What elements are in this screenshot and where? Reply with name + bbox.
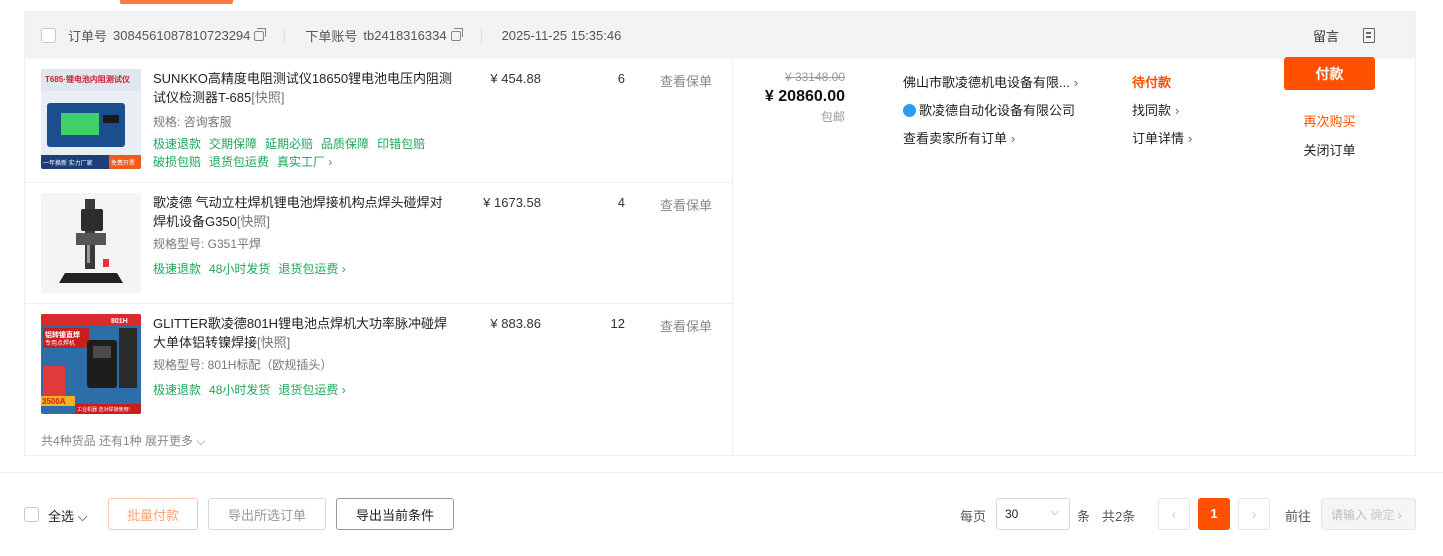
order-detail-link[interactable]: 订单详情 › bbox=[1132, 125, 1192, 153]
view-insurance-link[interactable]: 查看保单 bbox=[660, 71, 712, 90]
chevron-right-icon: › bbox=[1073, 75, 1079, 90]
product-image[interactable] bbox=[41, 193, 141, 293]
order-number: 订单号 3084561087810723294 bbox=[68, 26, 267, 45]
snapshot-link[interactable]: [快照] bbox=[251, 90, 284, 105]
pay-button[interactable]: 付款 bbox=[1284, 57, 1375, 90]
account-label: 下单账号 bbox=[305, 29, 358, 44]
product-title[interactable]: GLITTER歌凌德801H锂电池点焊机大功率脉冲碰焊大单体铝转镍焊接[快照] bbox=[153, 314, 453, 352]
svg-text:801H: 801H bbox=[111, 318, 128, 325]
order-card: 订单号 3084561087810723294 下单账号 tb241831633… bbox=[24, 11, 1416, 456]
wangwang-icon[interactable] bbox=[903, 104, 916, 117]
divider bbox=[480, 28, 482, 43]
snapshot-link[interactable]: [快照] bbox=[237, 214, 270, 229]
svg-text:工业机器 选对焊接使用!: 工业机器 选对焊接使用! bbox=[77, 406, 130, 413]
svg-text:专用点焊机: 专用点焊机 bbox=[45, 339, 75, 347]
order-checkbox[interactable] bbox=[41, 28, 56, 43]
rebuy-link[interactable]: 再次购买 bbox=[1284, 111, 1375, 130]
total-count: 共2条 bbox=[1102, 509, 1136, 524]
product-spec: 规格型号: G351平焊 bbox=[153, 237, 262, 251]
per-page-label: 每页 bbox=[960, 509, 987, 524]
product-spec: 规格型号: 801H标配（欧规插头） bbox=[153, 358, 333, 372]
select-all-dropdown[interactable]: 全选 ⌵ bbox=[48, 506, 87, 525]
divider bbox=[284, 28, 286, 43]
svg-text:免费开票: 免费开票 bbox=[111, 159, 135, 167]
order-number-label: 订单号 bbox=[68, 29, 108, 44]
active-tab-indicator bbox=[120, 0, 233, 4]
view-insurance-link[interactable]: 查看保单 bbox=[660, 195, 712, 214]
current-page[interactable]: 1 bbox=[1198, 498, 1230, 530]
prev-page-button[interactable]: ‹ bbox=[1158, 498, 1190, 530]
find-similar-link[interactable]: 找同款 › bbox=[1132, 97, 1192, 125]
batch-pay-button[interactable]: 批量付款 bbox=[108, 498, 198, 530]
order-status: 待付款 找同款 › 订单详情 › bbox=[1132, 69, 1192, 153]
chevron-right-icon: › bbox=[1175, 103, 1180, 118]
account-value: tb2418316334 bbox=[363, 28, 447, 43]
svg-text:3500A: 3500A bbox=[42, 397, 66, 406]
footer-bar: 全选 ⌵ 批量付款 导出所选订单 导出当前条件 每页 30 ⌵ 条 共2条 ‹ 1… bbox=[0, 472, 1443, 556]
next-page-button[interactable]: › bbox=[1238, 498, 1270, 530]
product-image[interactable]: T685·锂电池内阻测试仪 一年换新 实力厂家 免费开票 bbox=[41, 69, 141, 169]
chevron-down-icon: ⌵ bbox=[74, 509, 88, 524]
chevron-down-icon: ⌵ bbox=[193, 434, 206, 448]
product-title[interactable]: SUNKKO高精度电阻测试仪18650锂电池电压内阻测试仪检测器T-685[快照… bbox=[153, 69, 453, 107]
service-tags: 极速退款 48小时发货 退货包运费 › bbox=[153, 262, 346, 276]
copy-icon[interactable] bbox=[450, 27, 463, 41]
service-tags: 极速退款 48小时发货 退货包运费 › bbox=[153, 383, 346, 397]
svg-text:一年换新 实力厂家: 一年换新 实力厂家 bbox=[43, 159, 93, 167]
order-header: 订单号 3084561087810723294 下单账号 tb241831633… bbox=[25, 12, 1415, 59]
seller-name-link[interactable]: 佛山市歌凌德机电设备有限... › bbox=[903, 69, 1078, 97]
close-order-link[interactable]: 关闭订单 bbox=[1284, 140, 1375, 159]
seller-info: 佛山市歌凌德机电设备有限... › 歌凌德自动化设备有限公司 查看卖家所有订单 › bbox=[903, 69, 1078, 153]
list-item: T685·锂电池内阻测试仪 一年换新 实力厂家 免费开票 SUNKKO高精度电阻… bbox=[25, 59, 733, 183]
goto-page-input[interactable]: 请输入 确定 › bbox=[1321, 498, 1416, 530]
export-current-button[interactable]: 导出当前条件 bbox=[336, 498, 454, 530]
select-all-checkbox[interactable] bbox=[24, 507, 39, 522]
seller-shop-link[interactable]: 歌凌德自动化设备有限公司 bbox=[903, 97, 1078, 125]
original-price: ¥ 33148.00 bbox=[784, 70, 845, 84]
copy-icon[interactable] bbox=[254, 27, 267, 41]
goto-confirm[interactable]: 确定 bbox=[1370, 508, 1394, 522]
view-insurance-link[interactable]: 查看保单 bbox=[660, 316, 712, 335]
goto-label: 前往 bbox=[1285, 509, 1312, 524]
unit-price: ¥ 454.88 bbox=[490, 71, 541, 86]
per-page-unit: 条 bbox=[1077, 509, 1091, 524]
chevron-right-icon: › bbox=[1011, 131, 1016, 146]
shipping-note: 包邮 bbox=[820, 110, 845, 124]
order-account: 下单账号 tb2418316334 bbox=[305, 26, 463, 45]
message-link[interactable]: 留言 bbox=[1313, 26, 1339, 45]
export-selected-button[interactable]: 导出所选订单 bbox=[208, 498, 326, 530]
chevron-right-icon: › bbox=[1394, 508, 1402, 522]
chevron-right-icon: › bbox=[1188, 131, 1193, 146]
quantity: 12 bbox=[610, 316, 625, 331]
product-image[interactable]: 801H 铝转镍直焊 专用点焊机 3500A 工业机器 选对焊接使用! bbox=[41, 314, 141, 414]
order-number-value: 3084561087810723294 bbox=[113, 28, 251, 43]
chevron-down-icon: ⌵ bbox=[1050, 506, 1059, 518]
order-body: T685·锂电池内阻测试仪 一年换新 实力厂家 免费开票 SUNKKO高精度电阻… bbox=[25, 59, 1415, 455]
order-time: 2025-11-25 15:35:46 bbox=[501, 28, 622, 43]
product-spec: 规格: 咨询客服 bbox=[153, 115, 232, 129]
seller-all-orders-link[interactable]: 查看卖家所有订单 › bbox=[903, 125, 1078, 153]
item-list: T685·锂电池内阻测试仪 一年换新 实力厂家 免费开票 SUNKKO高精度电阻… bbox=[25, 59, 733, 455]
product-title[interactable]: 歌凌德 气动立柱焊机锂电池焊接机构点焊头碰焊对焊机设备G350[快照] bbox=[153, 193, 453, 231]
quantity: 4 bbox=[617, 195, 625, 210]
expand-more-link[interactable]: 共4种货品 还有1种 展开更多 ⌵ bbox=[41, 432, 205, 449]
unit-price: ¥ 883.86 bbox=[490, 316, 541, 331]
svg-text:铝转镍直焊: 铝转镍直焊 bbox=[45, 330, 80, 339]
per-page-select[interactable]: 30 ⌵ bbox=[996, 498, 1070, 530]
status-badge: 待付款 bbox=[1132, 75, 1172, 90]
list-item: 歌凌德 气动立柱焊机锂电池焊接机构点焊头碰焊对焊机设备G350[快照] 规格型号… bbox=[25, 183, 733, 304]
note-icon[interactable] bbox=[1363, 28, 1375, 43]
thumb-title: T685·锂电池内阻测试仪 bbox=[45, 74, 131, 84]
factory-link[interactable]: 真实工厂 › bbox=[277, 155, 332, 169]
total-price: ¥ 20860.00 bbox=[764, 88, 845, 105]
unit-price: ¥ 1673.58 bbox=[483, 195, 541, 210]
snapshot-link[interactable]: [快照] bbox=[257, 335, 290, 350]
service-tags: 极速退款 交期保障 延期必赔 品质保障 印错包赔 破损包赔 退货包运费 真实工厂 › bbox=[153, 137, 426, 169]
quantity: 6 bbox=[617, 71, 625, 86]
